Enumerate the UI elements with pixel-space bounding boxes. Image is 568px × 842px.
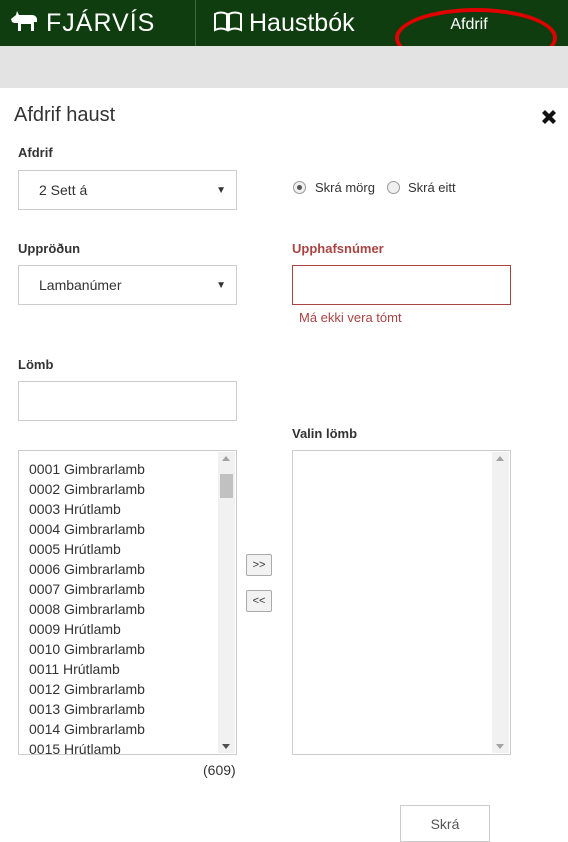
scroll-thumb[interactable] (220, 474, 233, 498)
close-icon[interactable] (539, 107, 559, 127)
list-item[interactable]: 0011 Hrútlamb (29, 659, 145, 679)
modal-title: Afdrif haust (14, 104, 116, 126)
header-divider (195, 0, 196, 46)
list-item[interactable]: 0007 Gimbrarlamb (29, 579, 145, 599)
list-item[interactable]: 0003 Hrútlamb (29, 499, 145, 519)
radio-skra-morg[interactable] (293, 181, 306, 194)
selected-lambs-label: Valin lömb (292, 426, 358, 441)
radio-skra-eitt[interactable] (386, 181, 400, 194)
sheep-icon (8, 9, 40, 38)
afdrif-label: Afdrif (18, 145, 53, 160)
nav-haustbok[interactable]: Haustbók (213, 6, 355, 40)
scroll-down-icon[interactable] (222, 744, 230, 749)
caret-down-icon: ▼ (216, 280, 226, 292)
list-item[interactable]: 0009 Hrútlamb (29, 619, 145, 639)
list-item[interactable]: 0008 Gimbrarlamb (29, 599, 145, 619)
lambs-count: (609) (203, 762, 236, 778)
list-item[interactable]: 0004 Gimbrarlamb (29, 519, 145, 539)
lambs-list-items: 0001 Gimbrarlamb 0002 Gimbrarlamb 0003 Hrú… (29, 459, 145, 754)
scroll-up-icon[interactable] (496, 456, 504, 461)
lambs-listbox[interactable]: 0001 Gimbrarlamb 0002 Gimbrarlamb 0003 Hrú… (18, 450, 237, 755)
selected-lambs-listbox[interactable] (292, 450, 511, 755)
selected-scrollbar[interactable] (492, 452, 509, 753)
list-item[interactable]: 0005 Hrútlamb (29, 539, 145, 559)
afdrif-select-value: 2 Sett á (39, 182, 88, 198)
scroll-down-icon[interactable] (496, 744, 504, 749)
sort-select[interactable]: Lambanúmer ▼ (18, 265, 237, 305)
book-icon (213, 10, 243, 37)
start-number-error: Má ekki vera tómt (299, 310, 402, 325)
mode-radio-group: Skrá mörg Skrá eitt (293, 180, 456, 195)
subheader-bar (0, 46, 568, 88)
sort-select-value: Lambanúmer (39, 277, 122, 293)
add-selected-button[interactable]: >> (246, 554, 272, 576)
lambs-scrollbar[interactable] (218, 452, 235, 753)
radio-skra-eitt-label: Skrá eitt (407, 180, 456, 195)
list-item[interactable]: 0015 Hrútlamb (29, 739, 145, 754)
lambs-filter-input[interactable] (18, 381, 237, 421)
list-item[interactable]: 0002 Gimbrarlamb (29, 479, 145, 499)
list-item[interactable]: 0012 Gimbrarlamb (29, 679, 145, 699)
list-item[interactable]: 0013 Gimbrarlamb (29, 699, 145, 719)
caret-down-icon: ▼ (216, 185, 226, 197)
list-item[interactable]: 0010 Gimbrarlamb (29, 639, 145, 659)
brand-name: FJÁRVÍS (46, 8, 156, 37)
submit-button[interactable]: Skrá (400, 805, 490, 842)
radio-skra-morg-label: Skrá mörg (315, 180, 375, 195)
scroll-up-icon[interactable] (222, 456, 230, 461)
list-item[interactable]: 0001 Gimbrarlamb (29, 459, 145, 479)
sort-label: Uppröðun (18, 241, 81, 256)
list-item[interactable]: 0014 Gimbrarlamb (29, 719, 145, 739)
start-number-label: Upphafsnúmer (292, 241, 384, 256)
start-number-input[interactable] (292, 265, 511, 305)
remove-selected-button[interactable]: << (246, 590, 272, 612)
lambs-label: Lömb (18, 357, 54, 372)
brand[interactable]: FJÁRVÍS (8, 6, 155, 40)
nav-haustbok-label: Haustbók (249, 8, 355, 37)
afdrif-select[interactable]: 2 Sett á ▼ (18, 170, 237, 210)
list-item[interactable]: 0006 Gimbrarlamb (29, 559, 145, 579)
